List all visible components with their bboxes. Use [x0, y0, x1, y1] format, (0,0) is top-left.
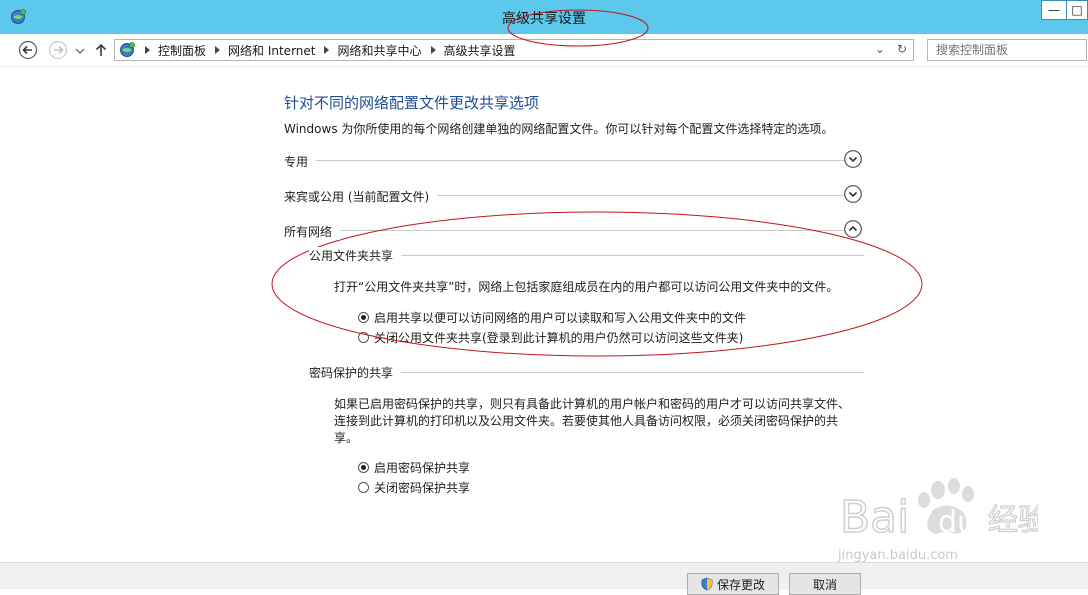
description-line: 连接到此计算机的打印机以及公用文件夹。若要使其他人具备访问权限，必须关闭密码保护…	[334, 414, 839, 428]
svg-text:du: du	[938, 505, 976, 540]
section-private[interactable]: 专用	[284, 150, 864, 174]
description-line: 享。	[334, 431, 359, 445]
refresh-icon[interactable]: ↻	[897, 42, 907, 56]
section-guest-public[interactable]: 来宾或公用 (当前配置文件)	[284, 185, 864, 209]
title-bar: 高级共享设置 — □	[0, 0, 1088, 34]
radio-unchecked-icon[interactable]	[358, 332, 369, 343]
back-icon[interactable]	[18, 40, 38, 60]
radio-enable-password-sharing[interactable]: 启用密码保护共享	[358, 459, 470, 476]
cancel-button-label: 取消	[812, 577, 837, 592]
save-button-label: 保存更改	[716, 577, 765, 592]
password-sharing-description: 如果已启用密码保护的共享，则只有具备此计算机的用户帐户和密码的用户才可以访问共享…	[334, 396, 854, 447]
section-all-networks[interactable]: 所有网络	[284, 220, 864, 244]
radio-checked-icon[interactable]	[358, 312, 369, 323]
save-changes-button[interactable]: 保存更改	[687, 573, 779, 595]
address-dropdown-icon[interactable]: ⌄	[875, 42, 885, 56]
address-bar[interactable]: 控制面板 网络和 Internet 网络和共享中心 高级共享设置 ⌄ ↻	[114, 39, 914, 61]
radio-enable-public-sharing[interactable]: 启用共享以便可以访问网络的用户可以读取和写入公用文件夹中的文件	[358, 309, 746, 326]
svg-text:Bai: Bai	[840, 492, 909, 543]
password-sharing-header: 密码保护的共享	[309, 364, 864, 382]
breadcrumb-separator-icon	[215, 46, 221, 54]
admin-shield-icon	[701, 577, 713, 591]
section-label: 专用	[284, 153, 317, 170]
recent-dropdown-icon[interactable]	[74, 40, 86, 60]
breadcrumb-separator-icon	[145, 46, 150, 54]
subsection-title: 密码保护的共享	[309, 364, 402, 381]
radio-disable-public-sharing[interactable]: 关闭公用文件夹共享(登录到此计算机的用户仍然可以访问这些文件夹)	[358, 329, 743, 346]
radio-disable-password-sharing[interactable]: 关闭密码保护共享	[358, 479, 470, 496]
cancel-button[interactable]: 取消	[789, 573, 861, 595]
expand-chevron-down-icon[interactable]	[844, 185, 862, 203]
footer-bar: 保存更改 取消	[0, 562, 1088, 595]
public-folder-description: 打开“公用文件夹共享”时，网络上包括家庭组成员在内的用户都可以访问公用文件夹中的…	[334, 280, 839, 294]
section-label: 来宾或公用 (当前配置文件)	[284, 188, 438, 205]
breadcrumb-network-internet[interactable]: 网络和 Internet	[228, 42, 315, 59]
radio-label[interactable]: 关闭密码保护共享	[374, 479, 470, 496]
radio-label[interactable]: 关闭公用文件夹共享(登录到此计算机的用户仍然可以访问这些文件夹)	[374, 329, 743, 346]
forward-icon[interactable]	[48, 40, 68, 60]
description-line: 如果已启用密码保护的共享，则只有具备此计算机的用户帐户和密码的用户才可以访问共享…	[334, 397, 851, 411]
collapse-chevron-up-icon[interactable]	[844, 220, 862, 238]
section-label: 所有网络	[284, 223, 341, 240]
expand-chevron-down-icon[interactable]	[844, 150, 862, 168]
breadcrumb-control-panel[interactable]: 控制面板	[158, 42, 206, 59]
breadcrumb-advanced-sharing[interactable]: 高级共享设置	[444, 42, 516, 59]
radio-label[interactable]: 启用密码保护共享	[374, 459, 470, 476]
radio-checked-icon[interactable]	[358, 462, 369, 473]
maximize-button[interactable]: □	[1066, 0, 1088, 20]
window-title: 高级共享设置	[502, 11, 586, 27]
navigation-bar: 控制面板 网络和 Internet 网络和共享中心 高级共享设置 ⌄ ↻	[0, 34, 1088, 67]
minimize-button[interactable]: —	[1041, 0, 1067, 20]
public-folder-sharing-header: 公用文件夹共享	[309, 247, 864, 265]
search-input[interactable]	[927, 39, 1087, 61]
svg-text:经验: 经验	[988, 503, 1038, 538]
page-description: Windows 为你所使用的每个网络创建单独的网络配置文件。你可以针对每个配置文…	[284, 122, 834, 136]
subsection-title: 公用文件夹共享	[309, 247, 402, 264]
breadcrumb-separator-icon	[430, 46, 436, 54]
breadcrumb-separator-icon	[324, 46, 330, 54]
radio-label[interactable]: 启用共享以便可以访问网络的用户可以读取和写入公用文件夹中的文件	[374, 309, 746, 326]
watermark-url: jingyan.baidu.com	[838, 548, 958, 563]
breadcrumb-network-sharing-center[interactable]: 网络和共享中心	[337, 42, 421, 59]
up-icon[interactable]	[93, 40, 109, 60]
page-title: 针对不同的网络配置文件更改共享选项	[284, 94, 540, 112]
control-panel-icon	[120, 42, 135, 57]
radio-unchecked-icon[interactable]	[358, 482, 369, 493]
